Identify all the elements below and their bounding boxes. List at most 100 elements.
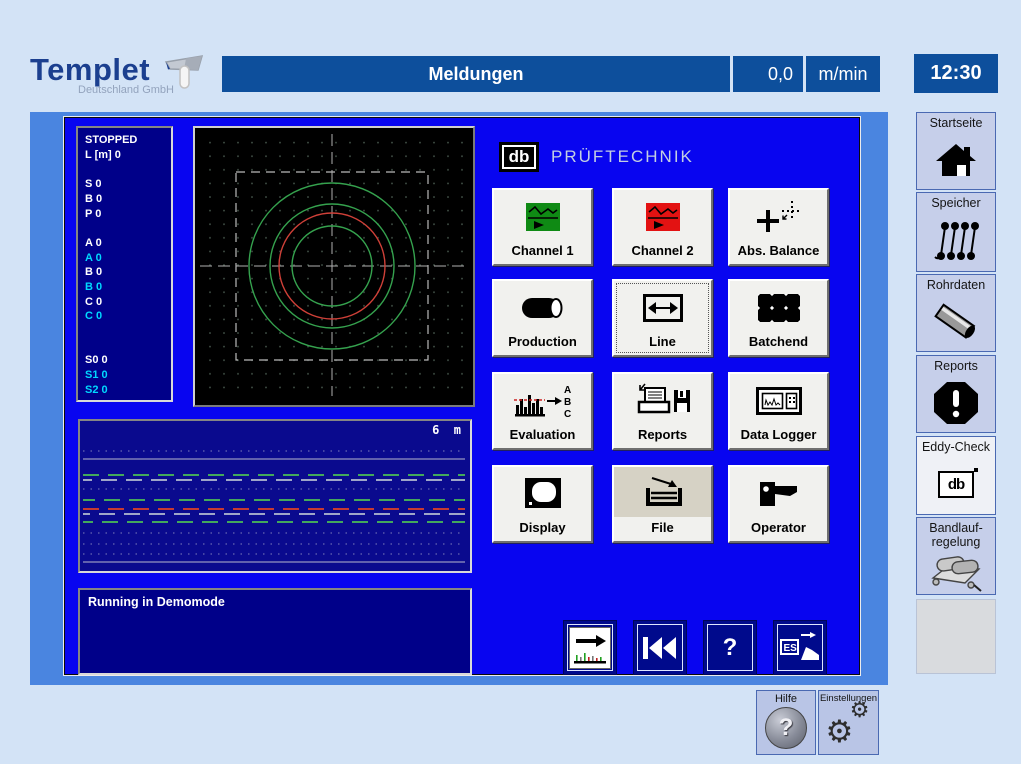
svg-text:ES: ES xyxy=(784,643,798,654)
main-panel: STOPPED L [m] 0 S 0 B 0 P 0 A 0 A 0 B 0 … xyxy=(64,117,860,675)
message-title-bar: Meldungen xyxy=(222,56,730,92)
status-line: A 0 xyxy=(85,236,171,251)
menu-button-label: Batchend xyxy=(730,334,827,355)
rewind-button[interactable] xyxy=(634,621,686,674)
sidebar-label: Eddy-Check xyxy=(922,440,990,454)
batchend-button[interactable]: Batchend xyxy=(728,279,829,357)
clock-display: 12:30 xyxy=(914,54,998,93)
sidebar-item-eddy-check[interactable]: Eddy-Check db xyxy=(916,436,996,515)
sidebar-label: regelung xyxy=(932,535,981,549)
help-sphere-icon: ? xyxy=(765,707,807,749)
file-icon xyxy=(614,467,711,517)
sidebar-label: Bandlauf- xyxy=(929,521,983,535)
production-button[interactable]: Production xyxy=(492,279,593,357)
status-line xyxy=(85,162,171,177)
festoon-storage-icon xyxy=(932,210,980,271)
channel-2-icon xyxy=(614,190,711,243)
menu-button-label: Evaluation xyxy=(494,427,591,448)
display-button[interactable]: Display xyxy=(492,465,593,543)
templet-logo: Templet Deutschland GmbH xyxy=(30,52,215,100)
status-line: STOPPED xyxy=(85,133,171,148)
data-logger-icon xyxy=(730,374,827,427)
menu-button-label: Reports xyxy=(614,427,711,448)
channel-1-icon xyxy=(494,190,591,243)
status-line: C 0 xyxy=(85,295,171,310)
strip-chart-display: 6 m xyxy=(78,419,472,573)
status-line: B 0 xyxy=(85,265,171,280)
status-line: S1 0 xyxy=(85,368,171,383)
db-text: db xyxy=(948,476,964,493)
sidebar-item-reports[interactable]: Reports xyxy=(916,355,996,433)
status-panel: STOPPED L [m] 0 S 0 B 0 P 0 A 0 A 0 B 0 … xyxy=(76,126,173,402)
abs-balance-button[interactable]: Abs. Balance xyxy=(728,188,829,266)
alert-octagon-icon xyxy=(932,373,980,432)
home-icon xyxy=(933,130,979,189)
menu-button-label: Production xyxy=(494,334,591,355)
main-panel-frame: STOPPED L [m] 0 S 0 B 0 P 0 A 0 A 0 B 0 … xyxy=(30,112,888,685)
es-device-icon: ES xyxy=(777,624,823,671)
status-line: S2 0 xyxy=(85,383,171,398)
sidebar-item-startseite[interactable]: Startseite xyxy=(916,112,996,190)
spectrum-view-button[interactable] xyxy=(564,621,616,674)
status-line: B 0 xyxy=(85,192,171,207)
question-mark-icon: ? xyxy=(723,634,738,662)
evaluation-button[interactable]: A B C Evaluation xyxy=(492,372,593,450)
speed-value-display: 0,0 xyxy=(733,56,803,92)
message-box: Running in Demomode xyxy=(78,588,472,675)
sidebar-label: Speicher xyxy=(931,196,980,210)
channel-1-button[interactable]: Channel 1 xyxy=(492,188,593,266)
hilfe-button[interactable]: Hilfe ? xyxy=(756,690,816,755)
help-button[interactable]: ? xyxy=(704,621,756,674)
abs-balance-icon xyxy=(730,190,827,243)
file-button[interactable]: File xyxy=(612,465,713,543)
reports-icon xyxy=(614,374,711,427)
status-line: A 0 xyxy=(85,251,171,266)
data-logger-button[interactable]: Data Logger xyxy=(728,372,829,450)
menu-button-label: Display xyxy=(494,520,591,541)
strip-guide-machine-icon xyxy=(927,549,985,594)
line-icon xyxy=(614,281,711,334)
sidebar-label: Rohrdaten xyxy=(927,278,985,292)
prueftechnik-brand: db PRÜFTECHNIK xyxy=(499,142,694,172)
menu-button-label: Channel 1 xyxy=(494,243,591,264)
sidebar-label: Startseite xyxy=(930,116,983,130)
hilfe-label: Hilfe xyxy=(775,693,797,705)
svg-text:C: C xyxy=(564,409,571,419)
sidebar-item-empty xyxy=(916,599,996,674)
sidebar-item-bandlaufregelung[interactable]: Bandlauf- regelung xyxy=(916,517,996,595)
status-line: S 0 xyxy=(85,177,171,192)
sidebar-item-speicher[interactable]: Speicher xyxy=(916,192,996,272)
channel-2-button[interactable]: Channel 2 xyxy=(612,188,713,266)
menu-button-label: Line xyxy=(614,334,711,355)
impedance-scope-display xyxy=(193,126,475,407)
status-line xyxy=(85,324,171,339)
spectrum-view-icon xyxy=(567,624,613,671)
status-line: C 0 xyxy=(85,309,171,324)
operator-icon xyxy=(730,467,827,520)
eddy-check-db-icon: db xyxy=(938,454,974,514)
sidebar-label: Reports xyxy=(934,359,978,373)
demo-mode-message: Running in Demomode xyxy=(88,595,462,609)
es-device-button[interactable]: ES xyxy=(774,621,826,674)
batchend-icon xyxy=(730,281,827,334)
svg-text:B: B xyxy=(564,397,571,408)
strip-chart-scale-label: 6 m xyxy=(432,423,461,437)
line-button[interactable]: Line xyxy=(612,279,713,357)
sidebar-item-rohrdaten[interactable]: Rohrdaten xyxy=(916,274,996,352)
status-line: P 0 xyxy=(85,207,171,222)
production-icon xyxy=(494,281,591,334)
operator-button[interactable]: Operator xyxy=(728,465,829,543)
menu-button-label: File xyxy=(614,517,711,541)
display-icon xyxy=(494,467,591,520)
gears-icon: ⚙ ⚙ xyxy=(826,704,872,746)
strip-chart-traces xyxy=(80,421,468,569)
app-window: Templet Deutschland GmbH Meldungen 0,0 m… xyxy=(0,0,1021,764)
menu-button-label: Operator xyxy=(730,520,827,541)
menu-button-label: Channel 2 xyxy=(614,243,711,264)
prueftechnik-name: PRÜFTECHNIK xyxy=(551,147,694,167)
reports-button[interactable]: Reports xyxy=(612,372,713,450)
menu-button-label: Data Logger xyxy=(730,427,827,448)
status-line: B 0 xyxy=(85,280,171,295)
brand-text: Templet xyxy=(30,52,150,88)
einstellungen-button[interactable]: Einstellungen ⚙ ⚙ xyxy=(818,690,879,755)
